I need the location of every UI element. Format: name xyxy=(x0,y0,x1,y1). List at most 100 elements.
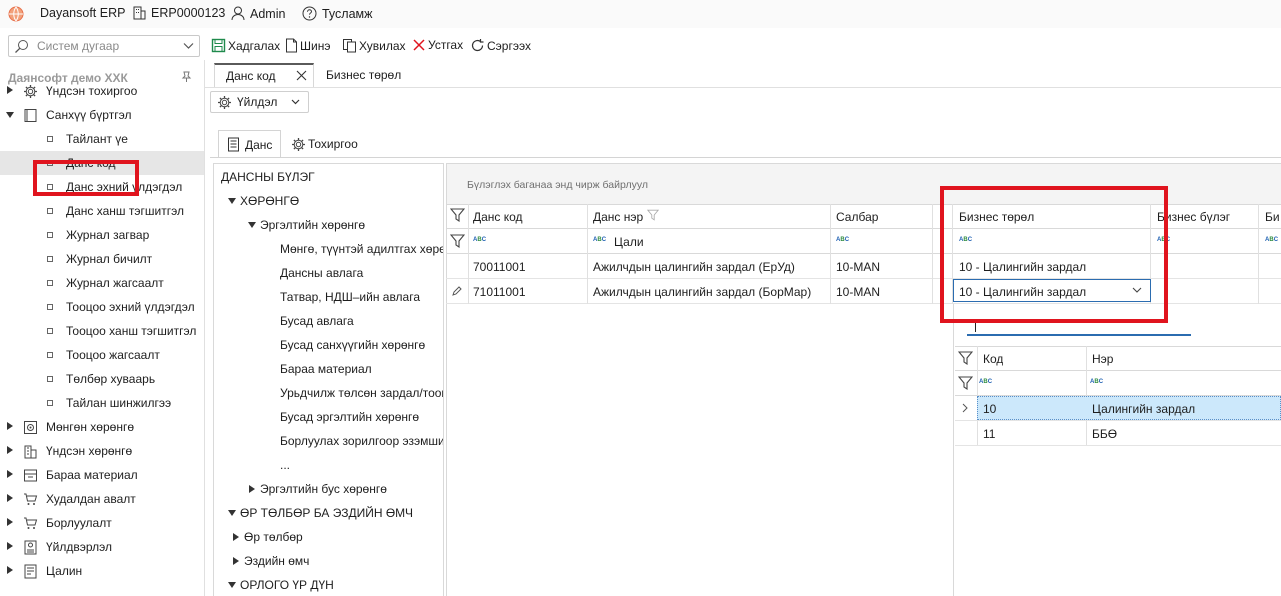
tree-node[interactable]: Бусад авлага xyxy=(280,314,354,328)
cell-branch[interactable]: 10-MAN xyxy=(836,260,880,274)
tree-node[interactable]: Эздийн өмч xyxy=(244,554,309,568)
new-button[interactable]: Шинэ xyxy=(285,38,330,53)
tree-node[interactable]: Мөнгө, түүнтэй адилтгах хөрөнгө xyxy=(280,242,443,256)
tree-node[interactable]: Татвар, НДШ–ийн авлага xyxy=(280,290,420,304)
expand-arrow-icon[interactable] xyxy=(7,542,13,550)
sidebar-item[interactable]: Санхүү бүртгэл xyxy=(0,103,204,127)
expand-arrow-icon[interactable] xyxy=(249,485,255,493)
cell-branch[interactable]: 10-MAN xyxy=(836,285,880,299)
grid-column-header[interactable]: Данс нэр xyxy=(593,210,643,224)
expand-arrow-icon[interactable] xyxy=(7,470,13,478)
tree-node[interactable]: Борлуулах зорилгоор эзэмшиж буй xyxy=(280,434,443,448)
sidebar-item-label: Санхүү бүртгэл xyxy=(46,108,132,122)
group-hint: Бүлэглэх баганаа энд чирж байрлуул xyxy=(467,179,649,191)
sidebar-item[interactable]: Цалин xyxy=(0,559,204,583)
tree-node[interactable]: Бусад санхүүгийн хөрөнгө xyxy=(280,338,425,352)
dropdown-cell-code[interactable]: 10 xyxy=(983,402,996,416)
tab-account-code[interactable]: Данс код xyxy=(214,63,314,87)
sidebar-item[interactable]: Мөнгөн хөрөнгө xyxy=(0,415,204,439)
sidebar-item[interactable]: Үндсэн тохиргоо xyxy=(0,79,204,103)
sidebar-item[interactable]: Тооцоо эхний үлдэгдэл xyxy=(0,295,204,319)
expand-arrow-icon[interactable] xyxy=(7,566,13,574)
action-menu-button[interactable]: Үйлдэл xyxy=(210,91,309,113)
gear-icon xyxy=(291,137,306,152)
collapse-arrow-icon[interactable] xyxy=(228,582,236,588)
filter-value-name[interactable]: Цали xyxy=(614,235,644,249)
sidebar-item[interactable]: Журнал жагсаалт xyxy=(0,271,204,295)
sidebar-item[interactable]: Журнал загвар xyxy=(0,223,204,247)
tree-node[interactable]: Бараа материал xyxy=(280,362,372,376)
cell-account-code[interactable]: 71011001 xyxy=(473,285,526,299)
tree-node[interactable]: ӨР ТӨЛБӨР БА ЭЗДИЙН ӨМЧ xyxy=(240,506,413,520)
system-number-search[interactable] xyxy=(8,35,200,57)
dropdown-column-header[interactable]: Нэр xyxy=(1092,352,1113,366)
sidebar-item[interactable]: Тооцоо ханш тэгшитгэл xyxy=(0,319,204,343)
filter-icon[interactable] xyxy=(450,234,465,248)
subtab-account[interactable]: Данс xyxy=(218,130,281,158)
sidebar-item-label: Үндсэн хөрөнгө xyxy=(46,444,133,458)
user-menu[interactable]: Admin xyxy=(231,6,285,21)
save-button[interactable]: Хадгалах xyxy=(211,38,280,53)
search-input[interactable] xyxy=(37,38,177,54)
collapse-arrow-icon[interactable] xyxy=(228,198,236,204)
dropdown-cell-name[interactable]: Цалингийн зардал xyxy=(1092,402,1195,416)
sidebar-item[interactable]: Худалдан авалт xyxy=(0,487,204,511)
sidebar-item[interactable]: Журнал бичилт xyxy=(0,247,204,271)
chevron-down-icon[interactable] xyxy=(183,42,194,50)
tree-node[interactable]: Эргэлтийн бус хөрөнгө xyxy=(260,482,387,496)
tab-business-type[interactable]: Бизнес төрөл xyxy=(326,63,401,87)
filter-icon[interactable] xyxy=(450,208,465,222)
tree-node[interactable]: Эргэлтийн хөрөнгө xyxy=(260,218,365,232)
help-link[interactable]: Тусламж xyxy=(302,6,373,21)
filter-icon[interactable] xyxy=(958,351,973,365)
dropdown-column-header[interactable]: Код xyxy=(983,352,1003,366)
sidebar-item[interactable]: Борлуулалт xyxy=(0,511,204,535)
expand-arrow-icon[interactable] xyxy=(7,494,13,502)
expand-arrow-icon[interactable] xyxy=(233,557,239,565)
subtab-settings[interactable]: Тохиргоо xyxy=(291,130,358,158)
expand-arrow-icon[interactable] xyxy=(7,518,13,526)
tree-node[interactable]: Өр төлбөр xyxy=(244,530,303,544)
tree-node[interactable]: Урьдчилж төлсөн зардал/тооцоо xyxy=(280,386,443,400)
expand-arrow-icon[interactable] xyxy=(233,533,239,541)
tree-node[interactable]: Бусад эргэлтийн хөрөнгө xyxy=(280,410,419,424)
cell-account-name[interactable]: Ажилчдын цалингийн зардал (БорМар) xyxy=(593,285,811,299)
dropdown-cell-name[interactable]: ББӨ xyxy=(1092,427,1117,441)
refresh-button[interactable]: Сэргээх xyxy=(470,38,531,53)
copy-button[interactable]: Хувилах xyxy=(342,38,406,53)
expand-arrow-icon[interactable] xyxy=(7,86,13,94)
dropdown-header-line xyxy=(955,370,1281,371)
dropdown-cell-code[interactable]: 11 xyxy=(983,427,995,441)
tree-node[interactable]: ХӨРӨНГӨ xyxy=(240,194,299,208)
sidebar-item[interactable]: Үйлдвэрлэл xyxy=(0,535,204,559)
app-name: Dayansoft ERP xyxy=(40,6,126,20)
collapse-arrow-icon[interactable] xyxy=(228,510,236,516)
grid-column-header[interactable]: Данс код xyxy=(473,210,523,224)
expand-arrow-icon[interactable] xyxy=(7,422,13,430)
sidebar-item[interactable]: Тайлант үе xyxy=(0,127,204,151)
tree-root[interactable]: ДАНСНЫ БҮЛЭГ xyxy=(221,170,315,184)
cell-account-code[interactable]: 70011001 xyxy=(473,260,526,274)
grid-column-header[interactable]: Би xyxy=(1265,210,1280,224)
sidebar-item[interactable]: Бараа материал xyxy=(0,463,204,487)
tree-node[interactable]: ... xyxy=(280,458,290,472)
sidebar-item[interactable]: Төлбөр хуваарь xyxy=(0,367,204,391)
tree-node[interactable]: Дансны авлага xyxy=(280,266,363,280)
cell-account-name[interactable]: Ажилчдын цалингийн зардал (ЕрУд) xyxy=(593,260,795,274)
collapse-arrow-icon[interactable] xyxy=(6,112,14,118)
bullet-icon xyxy=(47,208,53,214)
company-code[interactable]: ERP0000123 xyxy=(132,6,225,20)
sidebar-item[interactable]: Данс ханш тэгшитгэл xyxy=(0,199,204,223)
tree-node[interactable]: ОРЛОГО ҮР ДҮН xyxy=(240,578,334,592)
column-filter-icon[interactable] xyxy=(647,209,659,221)
collapse-arrow-icon[interactable] xyxy=(248,222,256,228)
grid-column-header[interactable]: Салбар xyxy=(836,210,878,224)
sidebar-item[interactable]: Тооцоо жагсаалт xyxy=(0,343,204,367)
company-code-label: ERP0000123 xyxy=(151,6,226,20)
sidebar-item[interactable]: Тайлан шинжилгээ xyxy=(0,391,204,415)
close-icon[interactable] xyxy=(296,70,307,81)
sidebar-item[interactable]: Үндсэн хөрөнгө xyxy=(0,439,204,463)
delete-button[interactable]: Устгах xyxy=(412,38,463,52)
expand-arrow-icon[interactable] xyxy=(7,446,13,454)
filter-icon[interactable] xyxy=(958,376,973,390)
